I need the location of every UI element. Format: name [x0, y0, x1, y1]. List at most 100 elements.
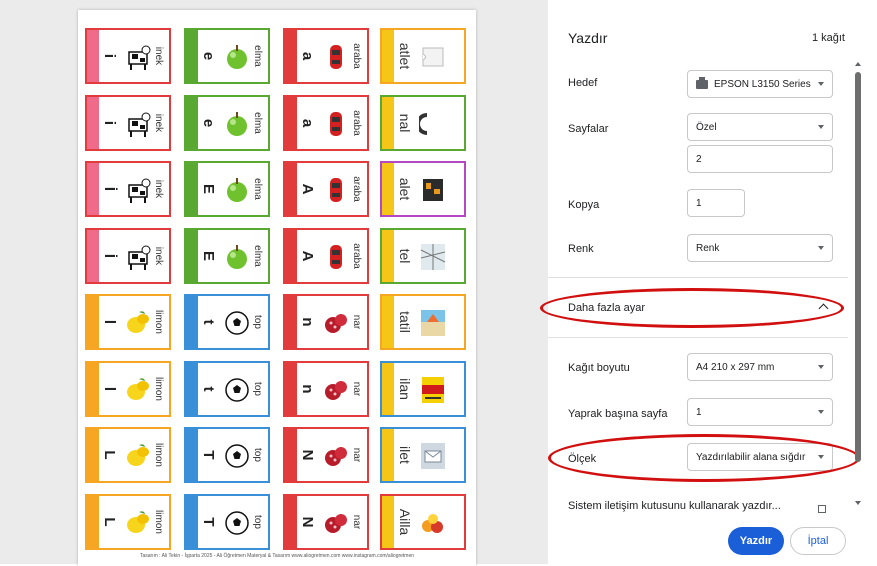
pages-select[interactable]: Özel — [687, 113, 833, 141]
custom-pages-input[interactable]: 2 — [687, 145, 833, 173]
dialog-title: Yazdır — [568, 30, 608, 46]
flashcard-word: top — [252, 381, 264, 396]
flashcard: alet — [380, 161, 466, 217]
flashcard: atlet — [380, 28, 466, 84]
flashcard-word: tel — [397, 248, 413, 263]
system-dialog-link[interactable]: Sistem iletişim kutusunu kullanarak yazd… — [568, 500, 781, 512]
flashcard-word: nar — [351, 381, 363, 396]
flashcard-word: top — [252, 448, 264, 462]
flashcard: İinek — [85, 161, 171, 217]
flashcard: e elma — [184, 28, 270, 84]
flashcard: Eelma — [184, 161, 270, 217]
chevron-down-icon — [818, 125, 824, 129]
scroll-up-arrow-icon[interactable] — [855, 62, 861, 66]
color-label: Renk — [568, 243, 594, 255]
flashcard: e elma — [184, 94, 270, 151]
flashcard: i inek — [85, 94, 171, 151]
chevron-down-icon — [818, 455, 824, 459]
destination-label: Hedef — [568, 77, 598, 89]
print-preview-area: i inek e elma a araba atlet i inek e elma a araba nal… — [0, 0, 548, 566]
flashcard-word: elma — [252, 45, 264, 67]
custom-pages-value: 2 — [696, 153, 702, 165]
flashcard-word: inek — [153, 46, 165, 66]
flashcard: l limon — [85, 360, 171, 417]
chevron-up-icon — [818, 303, 829, 314]
open-external-icon — [818, 505, 826, 513]
more-settings-toggle[interactable]: Daha fazla ayar — [548, 288, 848, 328]
flashcard: ilet — [380, 427, 466, 483]
flashcard-word: ilet — [397, 446, 413, 464]
flashcard-word: inek — [153, 246, 165, 265]
scale-value: Yazdırılabilir alana sığdır — [696, 451, 806, 463]
copies-value: 1 — [696, 197, 702, 209]
flashcard-word: limon — [153, 376, 165, 401]
pages-label: Sayfalar — [568, 123, 609, 135]
flashcard-word: atlet — [397, 42, 413, 70]
paper-size-value: A4 210 x 297 mm — [696, 361, 775, 373]
flashcard-word: nal — [397, 113, 413, 132]
chevron-down-icon — [818, 365, 824, 369]
flashcard: nal — [380, 94, 466, 151]
more-settings-label: Daha fazla ayar — [568, 302, 646, 314]
flashcard: Nnar — [283, 493, 369, 550]
flashcard-word: nar — [351, 314, 363, 330]
color-value: Renk — [696, 242, 720, 254]
scrollbar-thumb[interactable] — [855, 72, 861, 462]
scroll-down-arrow-icon[interactable] — [855, 501, 861, 505]
flashcard-word: ilan — [397, 377, 413, 400]
color-select[interactable]: Renk — [687, 234, 833, 262]
flashcard: Nnar — [283, 427, 369, 483]
flashcard-word: elma — [252, 178, 264, 200]
flashcard: Ailla — [380, 493, 466, 550]
flashcard: Aaraba — [283, 227, 369, 284]
flashcard-word: araba — [351, 176, 363, 202]
pages-per-sheet-select[interactable]: 1 — [687, 398, 833, 426]
scale-select[interactable]: Yazdırılabilir alana sığdır — [687, 443, 833, 471]
destination-select[interactable]: EPSON L3150 Series — [687, 70, 833, 98]
flashcard: tatil — [380, 294, 466, 350]
chevron-down-icon — [818, 410, 824, 414]
copies-label: Kopya — [568, 199, 600, 211]
copies-input[interactable]: 1 — [687, 189, 745, 217]
flashcard-word: top — [252, 514, 264, 529]
flashcard: t top — [184, 294, 270, 350]
flashcard: Eelma — [184, 227, 270, 284]
flashcard-word: araba — [351, 242, 363, 269]
flashcard-word: araba — [351, 109, 363, 136]
flashcard: t top — [184, 360, 270, 417]
chevron-down-icon — [818, 246, 824, 250]
print-button[interactable]: Yazdır — [728, 527, 784, 555]
flashcard-word: nar — [351, 447, 363, 463]
flashcard-word: nar — [351, 514, 363, 529]
flashcard: Ttop — [184, 427, 270, 483]
flashcard: tel — [380, 227, 466, 284]
flashcard: i inek — [85, 28, 171, 84]
sheet-count: 1 kağıt — [811, 32, 845, 44]
flashcard-word: top — [252, 315, 264, 329]
destination-value: EPSON L3150 Series — [714, 78, 811, 90]
flashcard: n nar — [283, 360, 369, 417]
scale-label: Ölçek — [568, 453, 597, 465]
flashcard-word: limon — [153, 310, 165, 334]
flashcard-word: tatil — [397, 311, 413, 333]
flashcard: İinek — [85, 227, 171, 284]
cancel-button[interactable]: İptal — [790, 527, 846, 555]
flashcard-word: elma — [252, 244, 264, 267]
page-footer-credit: Tasarım : Ali Tekin - İşparta 2025 - Ali… — [139, 553, 415, 559]
flashcard: n nar — [283, 294, 369, 350]
section-divider — [548, 337, 848, 338]
flashcard: Aaraba — [283, 161, 369, 217]
flashcard-word: limon — [153, 509, 165, 534]
flashcard-word: limon — [153, 443, 165, 467]
flashcard-word: inek — [153, 179, 165, 199]
flashcard: Llimon — [85, 427, 171, 483]
pages-per-sheet-value: 1 — [696, 406, 702, 418]
flashcard-word: araba — [351, 43, 363, 69]
pages-value: Özel — [696, 121, 717, 133]
flashcard: l limon — [85, 294, 171, 350]
section-divider — [548, 277, 848, 278]
flashcard-word: Ailla — [397, 508, 413, 535]
paper-size-select[interactable]: A4 210 x 297 mm — [687, 353, 833, 381]
printer-icon — [696, 76, 708, 89]
flashcard: ilan — [380, 360, 466, 417]
